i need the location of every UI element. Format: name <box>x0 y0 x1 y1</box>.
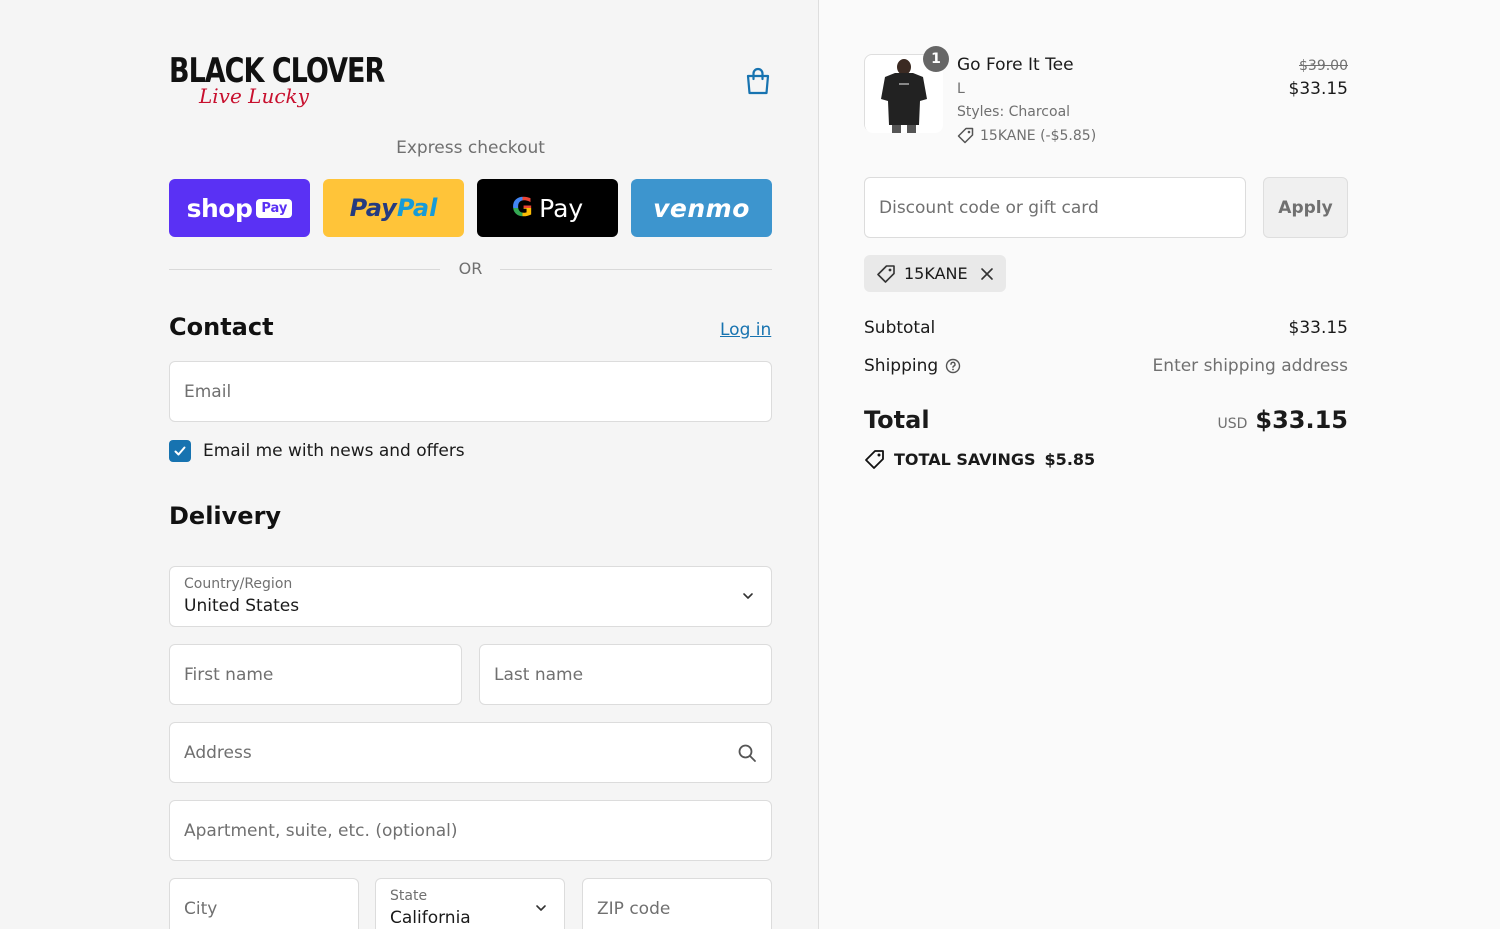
close-icon <box>980 267 993 280</box>
total-currency: USD <box>1217 416 1248 432</box>
express-checkout-label: Express checkout <box>396 138 545 158</box>
shop-pay-chip: Pay <box>256 198 293 218</box>
product-discount-text: 15KANE (-$5.85) <box>980 127 1097 144</box>
original-price: $39.00 <box>1299 58 1348 74</box>
discount-code-input[interactable] <box>865 178 1245 237</box>
discount-code-field[interactable] <box>864 177 1246 238</box>
shipping-value: Enter shipping address <box>1152 356 1348 376</box>
divider-line-right <box>500 269 772 270</box>
paypal-wordmark-pay: Pay <box>349 194 397 222</box>
venmo-button[interactable]: venmo <box>631 179 772 237</box>
total-label: Total <box>864 406 930 434</box>
tag-icon <box>957 127 974 144</box>
country-label: Country/Region <box>184 576 293 592</box>
venmo-wordmark: venmo <box>653 193 750 223</box>
newsletter-option[interactable]: Email me with news and offers <box>169 438 465 464</box>
email-field[interactable] <box>169 361 772 422</box>
first-name-field[interactable] <box>169 644 462 705</box>
search-icon[interactable] <box>737 743 757 763</box>
google-pay-button[interactable]: G Pay <box>477 179 618 237</box>
or-divider: OR <box>169 258 772 280</box>
remove-discount-button[interactable] <box>980 267 994 281</box>
state-select[interactable]: State California <box>375 878 565 929</box>
google-pay-wordmark: Pay <box>539 193 584 223</box>
last-name-input[interactable] <box>480 645 771 704</box>
chevron-down-icon <box>536 905 546 911</box>
checkout-main-panel: BLACK CLOVER Live Lucky Express checkout… <box>0 0 818 929</box>
zip-field[interactable] <box>582 878 772 929</box>
black-clover-logo[interactable]: BLACK CLOVER Live Lucky <box>169 52 385 118</box>
shop-pay-button[interactable]: shop Pay <box>169 179 310 237</box>
delivery-heading: Delivery <box>169 502 282 530</box>
address-input[interactable] <box>170 723 771 782</box>
savings-amount: $5.85 <box>1044 450 1096 469</box>
applied-discount-chip: 15KANE <box>864 255 1006 292</box>
newsletter-checkbox[interactable] <box>169 440 191 462</box>
email-input[interactable] <box>170 362 771 421</box>
discounted-price: $33.15 <box>1288 79 1348 99</box>
paypal-wordmark-pal: Pal <box>396 194 438 222</box>
apartment-field[interactable] <box>169 800 772 861</box>
paypal-button[interactable]: Pay Pal <box>323 179 464 237</box>
shipping-row: Shipping <box>864 356 961 376</box>
country-select[interactable]: Country/Region United States <box>169 566 772 627</box>
product-discount: 15KANE (-$5.85) <box>957 127 1096 144</box>
applied-discount-code: 15KANE <box>904 264 968 283</box>
zip-input[interactable] <box>583 879 771 929</box>
last-name-field[interactable] <box>479 644 772 705</box>
shop-pay-wordmark: shop <box>186 193 253 223</box>
shipping-label: Shipping <box>864 356 939 376</box>
quantity-badge: 1 <box>923 46 949 72</box>
contact-heading: Contact <box>169 313 274 341</box>
subtotal-label: Subtotal <box>864 318 936 338</box>
newsletter-label: Email me with news and offers <box>203 441 465 461</box>
first-name-input[interactable] <box>170 645 461 704</box>
total-savings: TOTAL SAVINGS $5.85 <box>864 449 1095 470</box>
product-name: Go Fore It Tee <box>957 55 1074 75</box>
product-style: Styles: Charcoal <box>957 104 1071 120</box>
log-in-link[interactable]: Log in <box>720 320 771 340</box>
help-icon[interactable] <box>945 358 961 374</box>
subtotal-value: $33.15 <box>1288 318 1348 338</box>
chevron-down-icon <box>743 593 753 599</box>
google-g-icon: G <box>511 193 534 223</box>
apartment-input[interactable] <box>170 801 771 860</box>
address-field[interactable] <box>169 722 772 783</box>
total-value-group: USD $33.15 <box>1217 406 1348 434</box>
checkmark-icon <box>174 446 186 456</box>
total-amount: $33.15 <box>1255 406 1348 434</box>
country-value: United States <box>184 596 300 616</box>
city-field[interactable] <box>169 878 359 929</box>
city-input[interactable] <box>170 879 358 929</box>
savings-tag-icon <box>865 450 884 469</box>
tag-icon <box>877 264 895 283</box>
product-size: L <box>957 81 965 97</box>
savings-label: TOTAL SAVINGS <box>894 450 1036 469</box>
shopping-bag-icon[interactable] <box>744 66 772 96</box>
logo-tagline: Live Lucky <box>199 84 309 108</box>
apply-button[interactable]: Apply <box>1263 177 1348 238</box>
state-value: California <box>390 908 471 928</box>
state-label: State <box>390 888 428 904</box>
